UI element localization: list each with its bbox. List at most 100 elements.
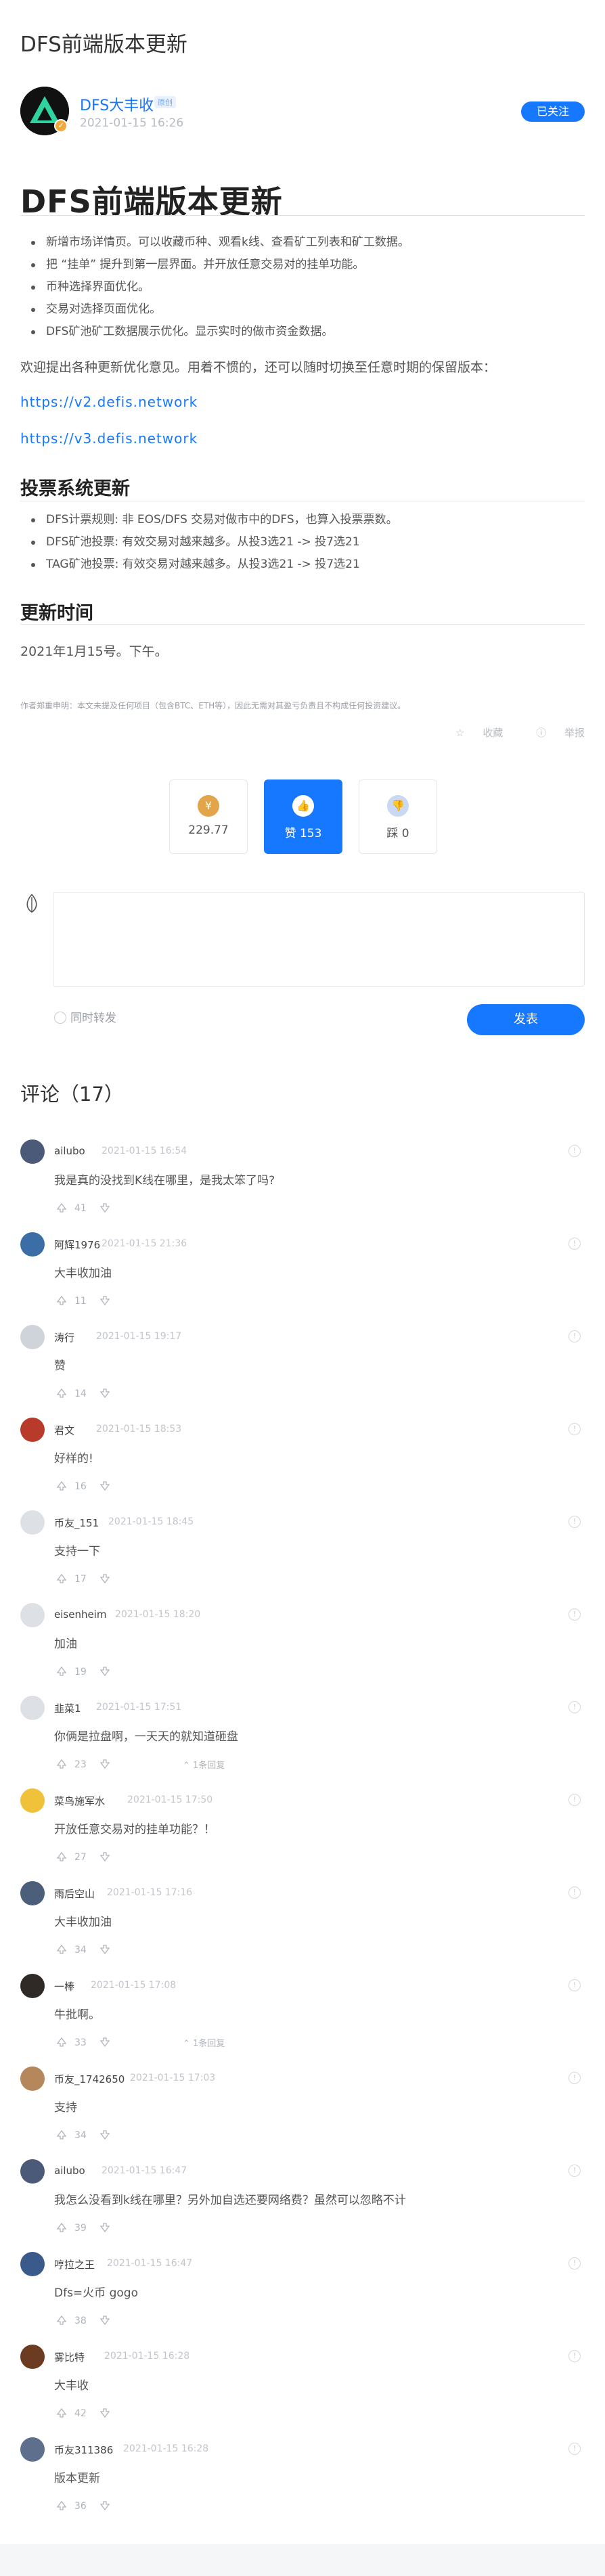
upvote-icon[interactable]: [55, 1480, 68, 1492]
commenter-avatar[interactable]: [20, 2252, 45, 2276]
commenter-avatar[interactable]: [20, 2345, 45, 2369]
author-disclaimer: 作者郑重申明：本文未提及任何项目（包含BTC、ETH等），因此无需对其盈亏负责且…: [20, 701, 406, 710]
upvote-count: 33: [74, 2037, 87, 2048]
commenter-name[interactable]: 菜鸟施军水: [54, 1794, 105, 1808]
downvote-icon[interactable]: [99, 2314, 111, 2326]
commenter-name[interactable]: 币友_151: [54, 1516, 99, 1530]
upvote-icon[interactable]: [55, 2129, 68, 2141]
comment-vote-bar: 34: [55, 2129, 111, 2141]
commenter-avatar[interactable]: [20, 1232, 45, 1257]
commenter-avatar[interactable]: [20, 2066, 45, 2091]
upvote-icon[interactable]: [55, 2500, 68, 2512]
comment-input[interactable]: [53, 892, 585, 987]
commenter-name[interactable]: 雨后空山: [54, 1886, 95, 1901]
commenter-avatar[interactable]: [20, 1418, 45, 1442]
report-icon[interactable]: !: [568, 1238, 581, 1250]
favorite-button[interactable]: ☆ 收藏: [441, 727, 503, 739]
report-icon[interactable]: !: [568, 1145, 581, 1157]
reply-count-link[interactable]: ⌃ 1条回复: [183, 2036, 225, 2049]
report-icon[interactable]: !: [568, 1516, 581, 1528]
upvote-icon[interactable]: [55, 1573, 68, 1585]
report-icon[interactable]: !: [568, 2165, 581, 2177]
report-icon[interactable]: !: [568, 1330, 581, 1342]
downvote-icon[interactable]: [99, 2221, 111, 2234]
upvote-icon[interactable]: [55, 1851, 68, 1863]
upvote-icon[interactable]: [55, 1758, 68, 1770]
commenter-avatar[interactable]: [20, 1974, 45, 1998]
upvote-icon[interactable]: [55, 1202, 68, 1214]
upvote-icon[interactable]: [55, 2036, 68, 2048]
commenter-avatar[interactable]: [20, 1139, 45, 1164]
commenter-name[interactable]: ailubo: [54, 1145, 85, 1157]
comment-date: 2021-01-15 16:47: [102, 2165, 187, 2176]
downvote-icon[interactable]: [99, 2129, 111, 2141]
commenter-name[interactable]: 币友_1742650: [54, 2072, 125, 2086]
commenter-name[interactable]: 哼拉之王: [54, 2257, 95, 2272]
commenter-name[interactable]: 币友311386: [54, 2443, 113, 2457]
like-button[interactable]: 👍 赞 153: [264, 779, 342, 854]
repost-toggle[interactable]: 同时转发: [54, 1008, 116, 1025]
commenter-name[interactable]: 阿辉1976: [54, 1238, 100, 1252]
section-divider: [20, 624, 585, 625]
report-icon[interactable]: !: [568, 2072, 581, 2084]
reply-count-link[interactable]: ⌃ 1条回复: [183, 1758, 225, 1771]
commenter-name[interactable]: 韭菜1: [54, 1701, 81, 1715]
version-link-v2[interactable]: https://v2.defis.network: [20, 394, 198, 410]
commenter-avatar[interactable]: [20, 1325, 45, 1349]
downvote-icon[interactable]: [99, 1943, 111, 1956]
downvote-icon[interactable]: [99, 1665, 111, 1677]
publish-button[interactable]: 发表: [467, 1004, 585, 1035]
commenter-avatar[interactable]: [20, 1696, 45, 1720]
downvote-icon[interactable]: [99, 1294, 111, 1307]
commenter-name[interactable]: 一棒: [54, 1979, 74, 1993]
commenter-avatar[interactable]: [20, 1881, 45, 1905]
upvote-icon[interactable]: [55, 1294, 68, 1307]
comment-item: 哼拉之王 2021-01-15 16:47! Dfs=火币 gogo 38: [20, 2252, 585, 2344]
downvote-icon[interactable]: [99, 1387, 111, 1399]
report-icon[interactable]: !: [568, 1794, 581, 1806]
commenter-name[interactable]: ailubo: [54, 2165, 85, 2177]
comment-item: 币友311386 2021-01-15 16:28! 版本更新 36: [20, 2437, 585, 2529]
dislike-button[interactable]: 👎 踩 0: [359, 779, 437, 854]
upvote-icon[interactable]: [55, 2221, 68, 2234]
footer-band: [0, 2544, 605, 2576]
report-icon[interactable]: !: [568, 1886, 581, 1899]
downvote-icon[interactable]: [99, 1573, 111, 1585]
upvote-icon[interactable]: [55, 1665, 68, 1677]
report-icon[interactable]: !: [568, 2350, 581, 2362]
commenter-name[interactable]: 君文: [54, 1423, 74, 1437]
commenter-name[interactable]: 涛行: [54, 1330, 74, 1345]
comment-vote-bar: 11: [55, 1294, 111, 1307]
commenter-avatar[interactable]: [20, 1603, 45, 1627]
author-name[interactable]: DFS大丰收: [80, 93, 154, 115]
upvote-icon[interactable]: [55, 2314, 68, 2326]
report-icon[interactable]: !: [568, 1979, 581, 1991]
report-icon[interactable]: !: [568, 1701, 581, 1713]
report-button[interactable]: ⓘ 举报: [521, 727, 585, 739]
downvote-icon[interactable]: [99, 1851, 111, 1863]
commenter-name[interactable]: eisenheim: [54, 1608, 106, 1621]
comment-text: 支持: [54, 2101, 77, 2115]
follow-button[interactable]: 已关注: [521, 101, 585, 122]
downvote-icon[interactable]: [99, 2407, 111, 2419]
report-icon[interactable]: !: [568, 1423, 581, 1435]
downvote-icon[interactable]: [99, 1202, 111, 1214]
commenter-avatar[interactable]: [20, 1788, 45, 1813]
reward-button[interactable]: ¥ 229.77: [169, 779, 248, 854]
commenter-avatar[interactable]: [20, 2437, 45, 2462]
upvote-icon[interactable]: [55, 1387, 68, 1399]
downvote-icon[interactable]: [99, 1480, 111, 1492]
downvote-icon[interactable]: [99, 1758, 111, 1770]
report-icon[interactable]: !: [568, 2257, 581, 2269]
version-link-v3[interactable]: https://v3.defis.network: [20, 430, 198, 447]
commenter-name[interactable]: 雾比特: [54, 2350, 85, 2364]
commenter-avatar[interactable]: [20, 1510, 45, 1535]
commenter-avatar[interactable]: [20, 2159, 45, 2184]
comment-text: 支持一下: [54, 1545, 100, 1558]
downvote-icon[interactable]: [99, 2036, 111, 2048]
report-icon[interactable]: !: [568, 1608, 581, 1621]
downvote-icon[interactable]: [99, 2500, 111, 2512]
report-icon[interactable]: !: [568, 2443, 581, 2455]
upvote-icon[interactable]: [55, 1943, 68, 1956]
upvote-icon[interactable]: [55, 2407, 68, 2419]
